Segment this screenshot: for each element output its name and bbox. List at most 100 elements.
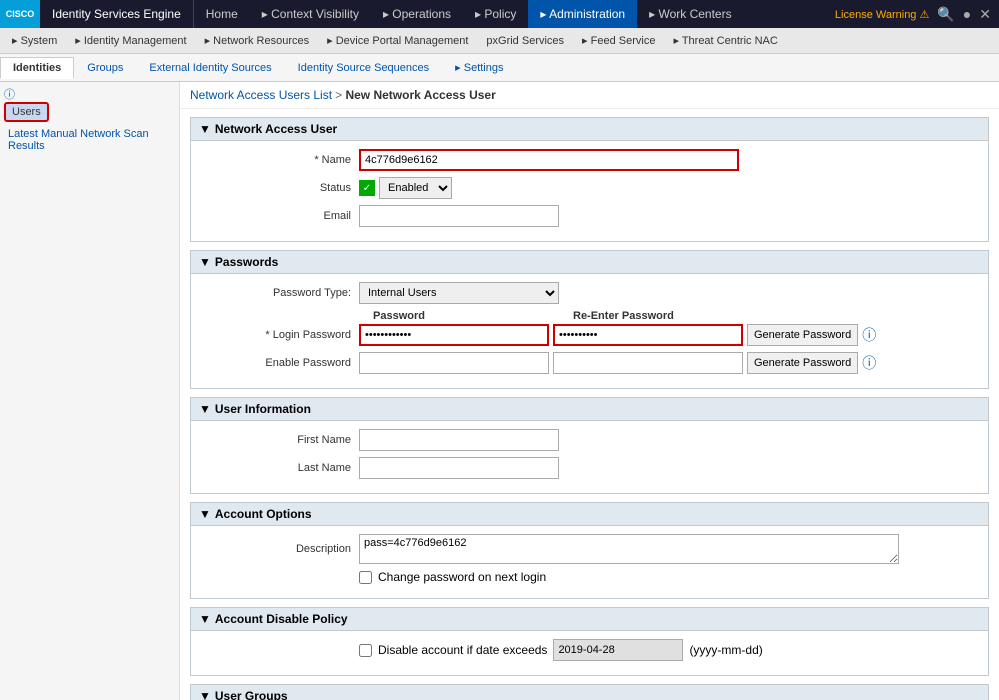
tab-external-identity-sources[interactable]: External Identity Sources	[136, 57, 284, 79]
description-textarea[interactable]: pass=4c776d9e6162	[359, 534, 899, 564]
status-container: ✓ Enabled Disabled	[359, 177, 452, 199]
nav-items: Home ▸ Context Visibility ▸ Operations ▸…	[194, 0, 827, 28]
description-label: Description	[199, 543, 359, 555]
search-icon[interactable]: 🔍	[937, 6, 954, 23]
password-type-label: Password Type:	[199, 287, 359, 299]
nav-policy[interactable]: ▸ Policy	[463, 0, 528, 28]
nav-work-centers[interactable]: ▸ Work Centers	[637, 0, 744, 28]
login-password-fields: Generate Password ⓘ	[359, 324, 876, 346]
section-title-user-information: User Information	[215, 402, 311, 416]
login-password-label: * Login Password	[199, 329, 359, 341]
section-header-account-options[interactable]: ▼ Account Options	[190, 502, 989, 526]
section-title-user-groups: User Groups	[215, 689, 288, 700]
change-password-label: Change password on next login	[378, 570, 546, 584]
subnav-network-resources[interactable]: ▸ Network Resources	[197, 32, 318, 49]
sidebar-link-scan-results[interactable]: Latest Manual Network Scan Results	[4, 126, 175, 154]
enable-password-row: Enable Password Generate Password ⓘ	[199, 352, 980, 374]
login-password-input[interactable]	[359, 324, 549, 346]
disable-account-checkbox[interactable]	[359, 644, 372, 657]
breadcrumb-list-link[interactable]: Network Access Users List	[190, 88, 332, 102]
change-password-checkbox[interactable]	[359, 571, 372, 584]
password-headers: Password Re-Enter Password	[369, 310, 980, 322]
enable-generate-password-button[interactable]: Generate Password	[747, 352, 858, 374]
status-checkbox[interactable]: ✓	[359, 180, 375, 196]
nav-operations[interactable]: ▸ Operations	[371, 0, 463, 28]
name-input[interactable]	[359, 149, 739, 171]
section-content-user-information: First Name Last Name	[190, 421, 989, 494]
tab-identities[interactable]: Identities	[0, 57, 74, 79]
enable-password-fields: Generate Password ⓘ	[359, 352, 876, 374]
enable-password-input[interactable]	[359, 352, 549, 374]
change-password-row: Change password on next login	[199, 570, 980, 584]
password-type-select[interactable]: Internal Users External	[359, 282, 559, 304]
sidebar-info-icon[interactable]: ⓘ	[4, 89, 15, 101]
tab-bar: Identities Groups External Identity Sour…	[0, 54, 999, 82]
nav-home[interactable]: Home	[194, 0, 250, 28]
subnav-identity-management[interactable]: ▸ Identity Management	[67, 32, 194, 49]
section-header-account-disable-policy[interactable]: ▼ Account Disable Policy	[190, 607, 989, 631]
section-title-network-access-user: Network Access User	[215, 122, 337, 136]
section-header-user-groups[interactable]: ▼ User Groups	[190, 684, 989, 700]
section-content-passwords: Password Type: Internal Users External P…	[190, 274, 989, 389]
tab-identity-source-sequences[interactable]: Identity Source Sequences	[285, 57, 442, 79]
login-generate-password-button[interactable]: Generate Password	[747, 324, 858, 346]
subnav-system[interactable]: ▸ System	[4, 32, 65, 49]
login-password-row: * Login Password Generate Password ⓘ	[199, 324, 980, 346]
first-name-label: First Name	[199, 434, 359, 446]
section-header-network-access-user[interactable]: ▼ Network Access User	[190, 117, 989, 141]
tab-groups[interactable]: Groups	[74, 57, 136, 79]
close-icon[interactable]: ✕	[979, 6, 991, 23]
subnav-pxgrid[interactable]: pxGrid Services	[478, 33, 572, 49]
change-password-checkbox-row: Change password on next login	[359, 570, 546, 584]
disable-account-checkbox-row: Disable account if date exceeds (yyyy-mm…	[359, 639, 763, 661]
user-info-collapse-arrow: ▼	[199, 402, 211, 416]
description-row: Description pass=4c776d9e6162	[199, 534, 980, 564]
section-passwords: ▼ Passwords Password Type: Internal User…	[190, 250, 989, 389]
password-type-row: Password Type: Internal Users External	[199, 282, 980, 304]
status-label: Status	[199, 182, 359, 194]
subnav-threat-centric[interactable]: ▸ Threat Centric NAC	[665, 32, 785, 49]
subnav-feed-service[interactable]: ▸ Feed Service	[574, 32, 663, 49]
help-icon[interactable]: ●	[963, 6, 971, 22]
name-row: * Name	[199, 149, 980, 171]
section-content-network-access-user: * Name Status ✓ Enabled Disabled	[190, 141, 989, 242]
section-account-disable-policy: ▼ Account Disable Policy Disable account…	[190, 607, 989, 676]
license-warning[interactable]: License Warning ⚠	[835, 8, 929, 21]
sidebar-section-scan: Latest Manual Network Scan Results	[4, 126, 175, 154]
disable-date-input[interactable]	[553, 639, 683, 661]
section-collapse-arrow: ▼	[199, 122, 211, 136]
section-content-account-options: Description pass=4c776d9e6162 Change pas…	[190, 526, 989, 599]
login-password-info-icon[interactable]: ⓘ	[862, 325, 876, 345]
section-title-account-options: Account Options	[215, 507, 312, 521]
content-area: Network Access Users List > New Network …	[180, 82, 999, 700]
section-header-passwords[interactable]: ▼ Passwords	[190, 250, 989, 274]
section-header-user-information[interactable]: ▼ User Information	[190, 397, 989, 421]
email-input[interactable]	[359, 205, 559, 227]
status-select[interactable]: Enabled Disabled	[379, 177, 452, 199]
section-content-account-disable-policy: Disable account if date exceeds (yyyy-mm…	[190, 631, 989, 676]
subnav-device-portal[interactable]: ▸ Device Portal Management	[319, 32, 476, 49]
nav-context-visibility[interactable]: ▸ Context Visibility	[250, 0, 371, 28]
top-navigation: CISCO Identity Services Engine Home ▸ Co…	[0, 0, 999, 28]
section-user-information: ▼ User Information First Name Last Name	[190, 397, 989, 494]
section-title-account-disable-policy: Account Disable Policy	[215, 612, 348, 626]
login-reenter-password-input[interactable]	[553, 324, 743, 346]
status-row: Status ✓ Enabled Disabled	[199, 177, 980, 199]
cisco-logo: CISCO	[0, 0, 40, 28]
date-format-label: (yyyy-mm-dd)	[689, 643, 762, 657]
email-label: Email	[199, 210, 359, 222]
enable-reenter-password-input[interactable]	[553, 352, 743, 374]
last-name-input[interactable]	[359, 457, 559, 479]
enable-password-info-icon[interactable]: ⓘ	[862, 353, 876, 373]
name-label: * Name	[199, 154, 359, 166]
nav-administration[interactable]: ▸ Administration	[528, 0, 637, 28]
tab-settings[interactable]: ▸ Settings	[442, 56, 516, 79]
nav-right-icons: License Warning ⚠ 🔍 ● ✕	[827, 6, 999, 23]
first-name-input[interactable]	[359, 429, 559, 451]
disable-account-label: Disable account if date exceeds	[378, 643, 547, 657]
section-account-options: ▼ Account Options Description pass=4c776…	[190, 502, 989, 599]
email-row: Email	[199, 205, 980, 227]
sidebar-item-users[interactable]: Users	[4, 102, 49, 122]
account-options-collapse-arrow: ▼	[199, 507, 211, 521]
section-network-access-user: ▼ Network Access User * Name Status ✓ En…	[190, 117, 989, 242]
